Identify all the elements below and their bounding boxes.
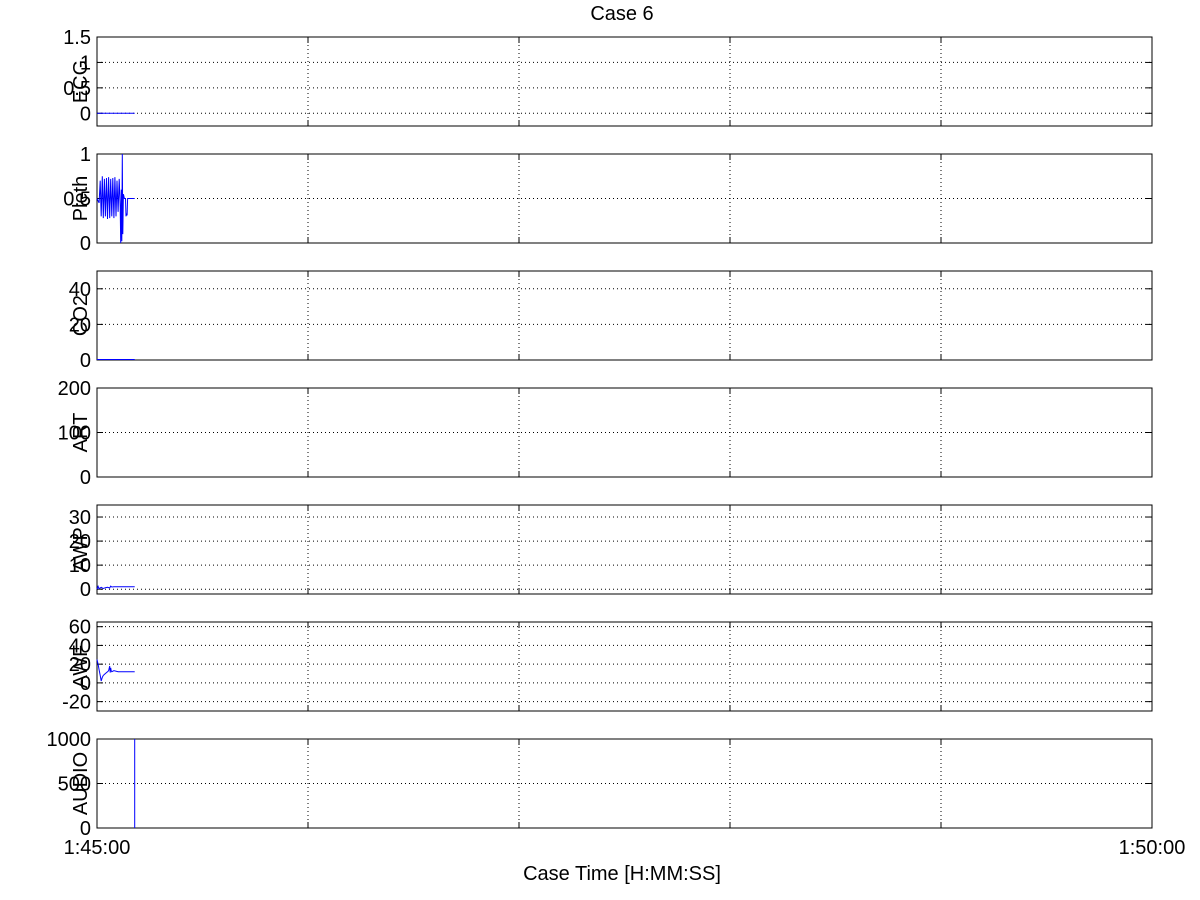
y-tick-label: -20: [62, 692, 91, 714]
y-axis-label: AUDIO: [70, 752, 92, 815]
y-axis-label: AWP: [70, 527, 92, 572]
y-axis-label: ECG: [70, 60, 92, 103]
y-axis-label: CO2: [70, 295, 92, 336]
chart-title: Case 6: [590, 3, 653, 25]
y-axis-label: Pleth: [70, 176, 92, 222]
y-tick-label: 1000: [47, 729, 92, 751]
y-tick-label: 0: [80, 350, 91, 372]
y-tick-label: 0: [80, 579, 91, 601]
y-tick-label: 0: [80, 103, 91, 125]
y-axis-label: AWF: [70, 645, 92, 689]
figure-background: [0, 0, 1200, 900]
y-tick-label: 1.5: [63, 27, 91, 49]
y-tick-label: 1: [80, 144, 91, 166]
y-axis-label: ART: [70, 413, 92, 453]
x-axis-label: Case Time [H:MM:SS]: [523, 863, 721, 885]
x-tick-label-start: 1:45:00: [64, 837, 131, 859]
y-tick-label: 0: [80, 467, 91, 489]
multi-panel-chart: Case 6 00.511.5ECG00.51Pleth02040CO20100…: [0, 0, 1200, 900]
y-tick-label: 30: [69, 507, 91, 529]
y-tick-label: 200: [58, 378, 91, 400]
x-tick-label-end: 1:50:00: [1119, 837, 1186, 859]
y-tick-label: 60: [69, 617, 91, 639]
y-tick-label: 0: [80, 233, 91, 255]
